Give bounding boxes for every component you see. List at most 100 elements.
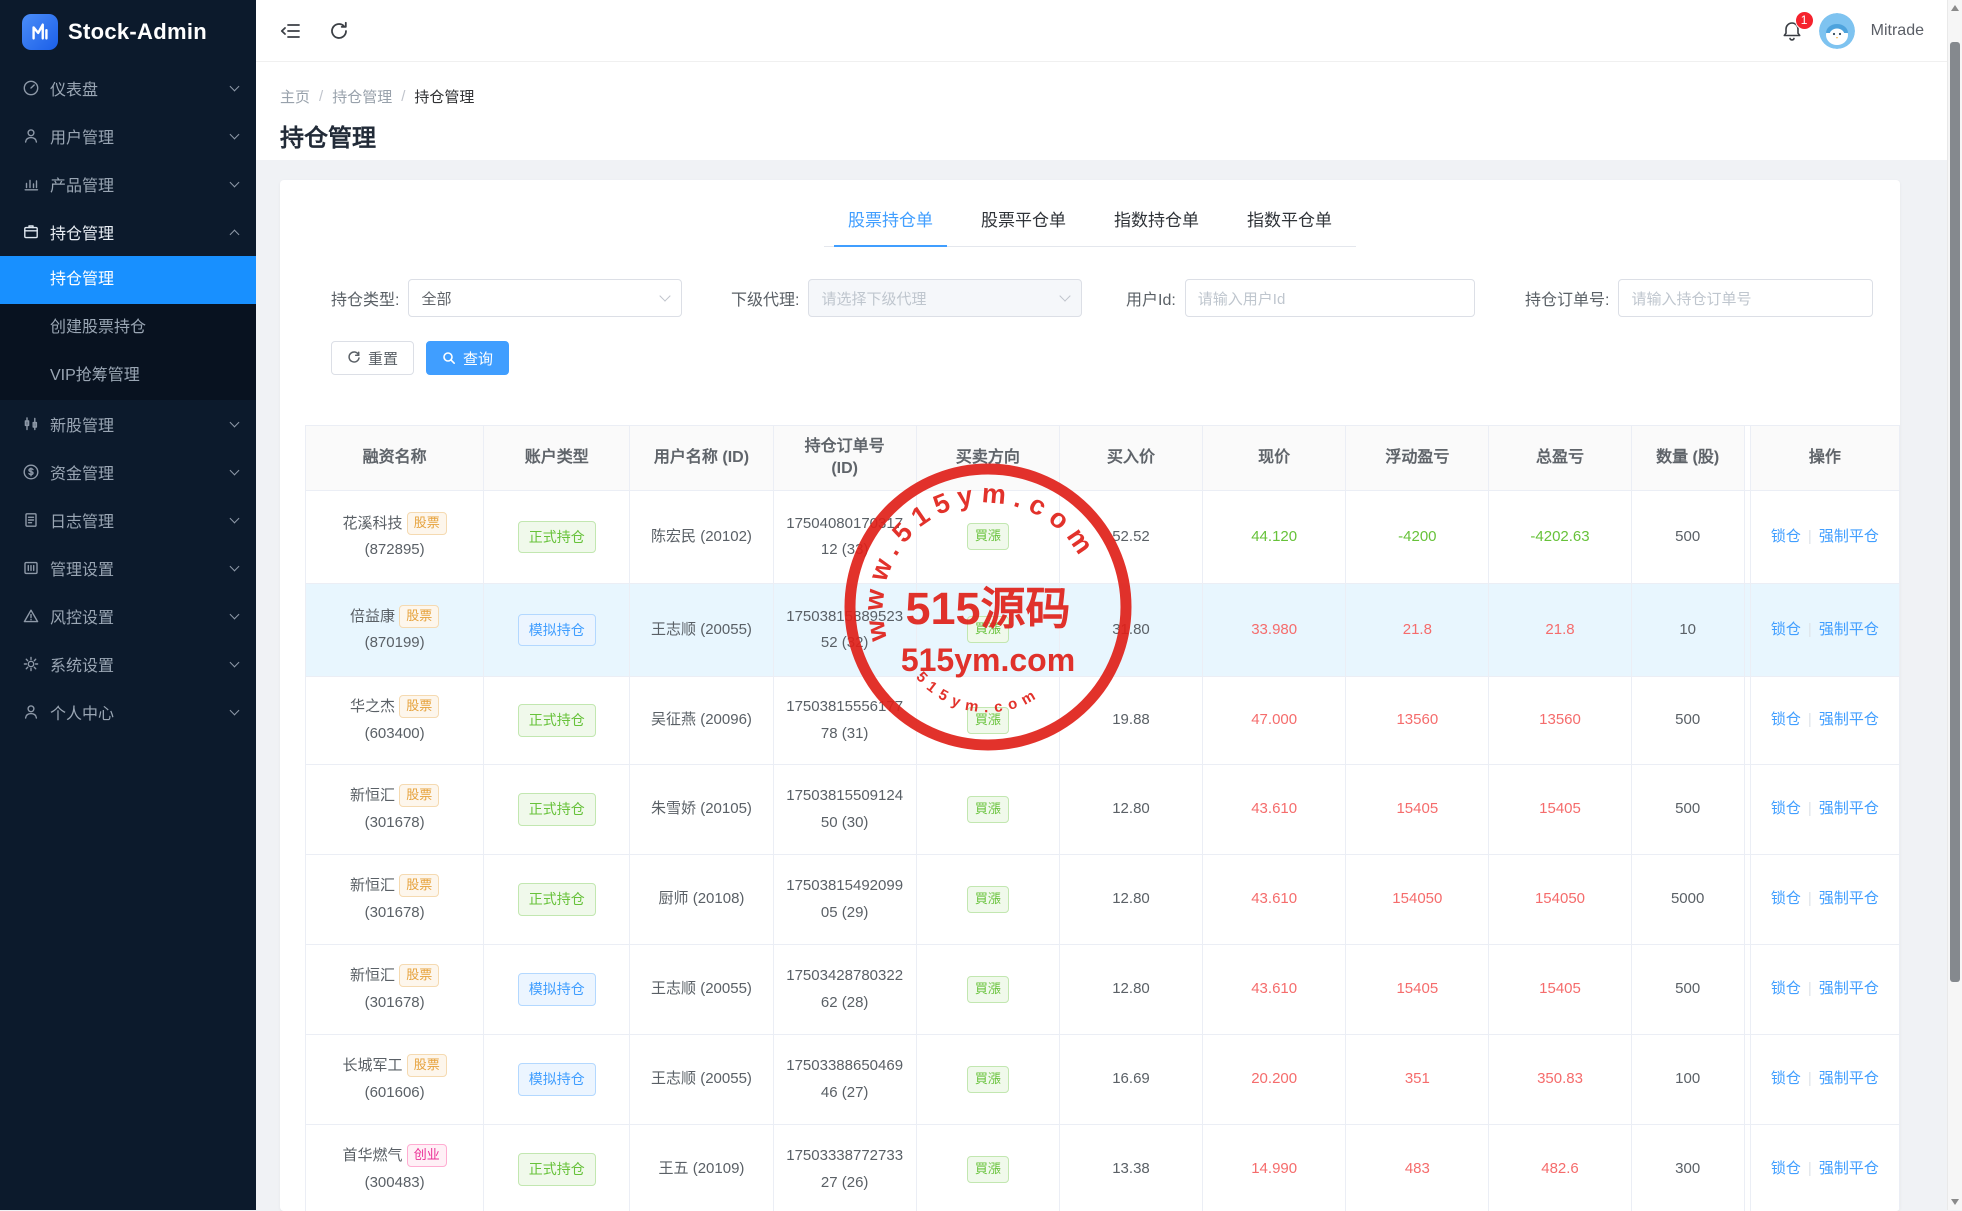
lock-position-link[interactable]: 锁仓 xyxy=(1771,800,1801,817)
order-no-cell: 1750381588952352 (32) xyxy=(773,584,916,677)
tab-stock-close[interactable]: 股票平仓单 xyxy=(967,206,1080,246)
chart-icon xyxy=(22,175,40,193)
submenu-position-mgmt: 持仓管理创建股票持仓VIP抢筹管理 xyxy=(0,256,256,400)
account-type-tag: 模拟持仓 xyxy=(518,973,596,1005)
reset-button[interactable]: 重置 xyxy=(331,341,414,375)
force-close-link[interactable]: 强制平仓 xyxy=(1819,800,1879,817)
order-no-cell: 1750381555617778 (31) xyxy=(773,677,916,765)
input-order-no[interactable]: 请输入持仓订单号 xyxy=(1618,279,1873,317)
sidebar-item-position-mgmt[interactable]: 持仓管理 xyxy=(0,208,256,256)
stock-type-tag: 股票 xyxy=(399,695,439,718)
sidebar-item-system-settings[interactable]: 系统设置 xyxy=(0,640,256,688)
logo-row[interactable]: Stock-Admin xyxy=(0,0,256,64)
force-close-link[interactable]: 强制平仓 xyxy=(1819,1160,1879,1177)
account-type-tag: 模拟持仓 xyxy=(518,614,596,646)
search-button[interactable]: 查询 xyxy=(426,341,509,375)
chevron-down-icon xyxy=(660,290,671,301)
user-cell: 王志顺 (20055) xyxy=(630,1035,773,1125)
direction-tag: 買漲 xyxy=(967,616,1009,643)
column-header: 用户名称 (ID) xyxy=(630,426,773,491)
force-close-link[interactable]: 强制平仓 xyxy=(1819,711,1879,728)
buy-price-cell: 19.88 xyxy=(1059,677,1202,765)
breadcrumb-item: 持仓管理 xyxy=(414,86,474,107)
funds-icon xyxy=(22,463,40,481)
tab-index-close[interactable]: 指数平仓单 xyxy=(1233,206,1346,246)
sidebar-item-funds-mgmt[interactable]: 资金管理 xyxy=(0,448,256,496)
scrollbar-down-arrow[interactable] xyxy=(1951,1199,1959,1205)
action-divider: | xyxy=(1808,800,1812,817)
quantity-cell: 5000 xyxy=(1631,855,1744,945)
menu-collapse-icon[interactable] xyxy=(280,20,302,42)
direction-tag: 買漲 xyxy=(967,1156,1009,1183)
sidebar-item-admin-settings[interactable]: 管理设置 xyxy=(0,544,256,592)
person-icon xyxy=(22,703,40,721)
current-price-cell: 44.120 xyxy=(1203,491,1346,584)
sidebar-subitem-create-stock-position[interactable]: 创建股票持仓 xyxy=(0,304,256,352)
lock-position-link[interactable]: 锁仓 xyxy=(1771,1160,1801,1177)
stock-type-tag: 股票 xyxy=(399,605,439,628)
user-icon xyxy=(22,127,40,145)
sidebar-item-risk-settings[interactable]: 风控设置 xyxy=(0,592,256,640)
sidebar: Stock-Admin 仪表盘 用户管理 产品管理 持仓管理 持仓管理创建股票持… xyxy=(0,0,256,1210)
force-close-link[interactable]: 强制平仓 xyxy=(1819,528,1879,545)
direction-cell: 買漲 xyxy=(916,765,1059,855)
select-position-type[interactable]: 全部 xyxy=(408,279,682,317)
lock-position-link[interactable]: 锁仓 xyxy=(1771,528,1801,545)
gear-icon xyxy=(22,655,40,673)
quantity-cell: 10 xyxy=(1631,584,1744,677)
lock-position-link[interactable]: 锁仓 xyxy=(1771,711,1801,728)
force-close-link[interactable]: 强制平仓 xyxy=(1819,1070,1879,1087)
column-header: 数量 (股) xyxy=(1631,426,1744,491)
sidebar-item-log-mgmt[interactable]: 日志管理 xyxy=(0,496,256,544)
scrollbar-up-arrow[interactable] xyxy=(1951,5,1959,11)
breadcrumb-item[interactable]: 主页 xyxy=(280,86,310,107)
sidebar-item-user-mgmt[interactable]: 用户管理 xyxy=(0,112,256,160)
sidebar-item-new-stock-mgmt[interactable]: 新股管理 xyxy=(0,400,256,448)
select-sub-agent[interactable]: 请选择下级代理 xyxy=(808,279,1082,317)
lock-position-link[interactable]: 锁仓 xyxy=(1771,621,1801,638)
sidebar-subitem-vip-grab-mgmt[interactable]: VIP抢筹管理 xyxy=(0,352,256,400)
stock-type-tag: 创业 xyxy=(407,1144,447,1167)
stock-cell: 倍益康 股票(870199) xyxy=(306,584,484,677)
avatar[interactable] xyxy=(1819,13,1855,49)
sidebar-item-product-mgmt[interactable]: 产品管理 xyxy=(0,160,256,208)
username[interactable]: Mitrade xyxy=(1871,22,1924,40)
float-pl-cell: 13560 xyxy=(1346,677,1489,765)
column-header: 浮动盈亏 xyxy=(1346,426,1489,491)
total-pl-cell: 13560 xyxy=(1489,677,1631,765)
action-divider: | xyxy=(1808,890,1812,907)
gauge-icon xyxy=(22,79,40,97)
tab-index-position[interactable]: 指数持仓单 xyxy=(1100,206,1213,246)
lock-position-link[interactable]: 锁仓 xyxy=(1771,1070,1801,1087)
refresh-icon[interactable] xyxy=(328,20,350,42)
account-type-cell: 正式持仓 xyxy=(484,1125,630,1211)
lock-position-link[interactable]: 锁仓 xyxy=(1771,980,1801,997)
actions-cell: 锁仓 | 强制平仓 xyxy=(1750,855,1899,945)
float-pl-cell: 15405 xyxy=(1346,765,1489,855)
sidebar-item-dashboard[interactable]: 仪表盘 xyxy=(0,64,256,112)
lock-position-link[interactable]: 锁仓 xyxy=(1771,890,1801,907)
scrollbar-thumb[interactable] xyxy=(1950,42,1960,982)
direction-cell: 買漲 xyxy=(916,855,1059,945)
stock-type-tag: 股票 xyxy=(407,1054,447,1077)
table-row: 倍益康 股票(870199)模拟持仓王志顺 (20055)17503815889… xyxy=(306,584,1900,677)
user-cell: 王五 (20109) xyxy=(630,1125,773,1211)
tab-stock-position[interactable]: 股票持仓单 xyxy=(834,206,947,246)
bell-icon[interactable]: 1 xyxy=(1781,20,1803,42)
force-close-link[interactable]: 强制平仓 xyxy=(1819,890,1879,907)
chevron-down-icon xyxy=(230,513,240,523)
chevron-down-icon xyxy=(1060,290,1071,301)
force-close-link[interactable]: 强制平仓 xyxy=(1819,980,1879,997)
float-pl-cell: 21.8 xyxy=(1346,584,1489,677)
float-pl-cell: 351 xyxy=(1346,1035,1489,1125)
breadcrumb-item[interactable]: 持仓管理 xyxy=(332,86,392,107)
sidebar-subitem-position-mgmt-list[interactable]: 持仓管理 xyxy=(0,256,256,304)
force-close-link[interactable]: 强制平仓 xyxy=(1819,621,1879,638)
input-user-id[interactable]: 请输入用户Id xyxy=(1185,279,1475,317)
sidebar-item-profile-center[interactable]: 个人中心 xyxy=(0,688,256,736)
stock-type-tag: 股票 xyxy=(407,512,447,535)
scrollbar[interactable] xyxy=(1947,0,1962,1210)
column-header: 现价 xyxy=(1203,426,1346,491)
current-price-cell: 43.610 xyxy=(1203,765,1346,855)
chevron-down-icon xyxy=(230,129,240,139)
